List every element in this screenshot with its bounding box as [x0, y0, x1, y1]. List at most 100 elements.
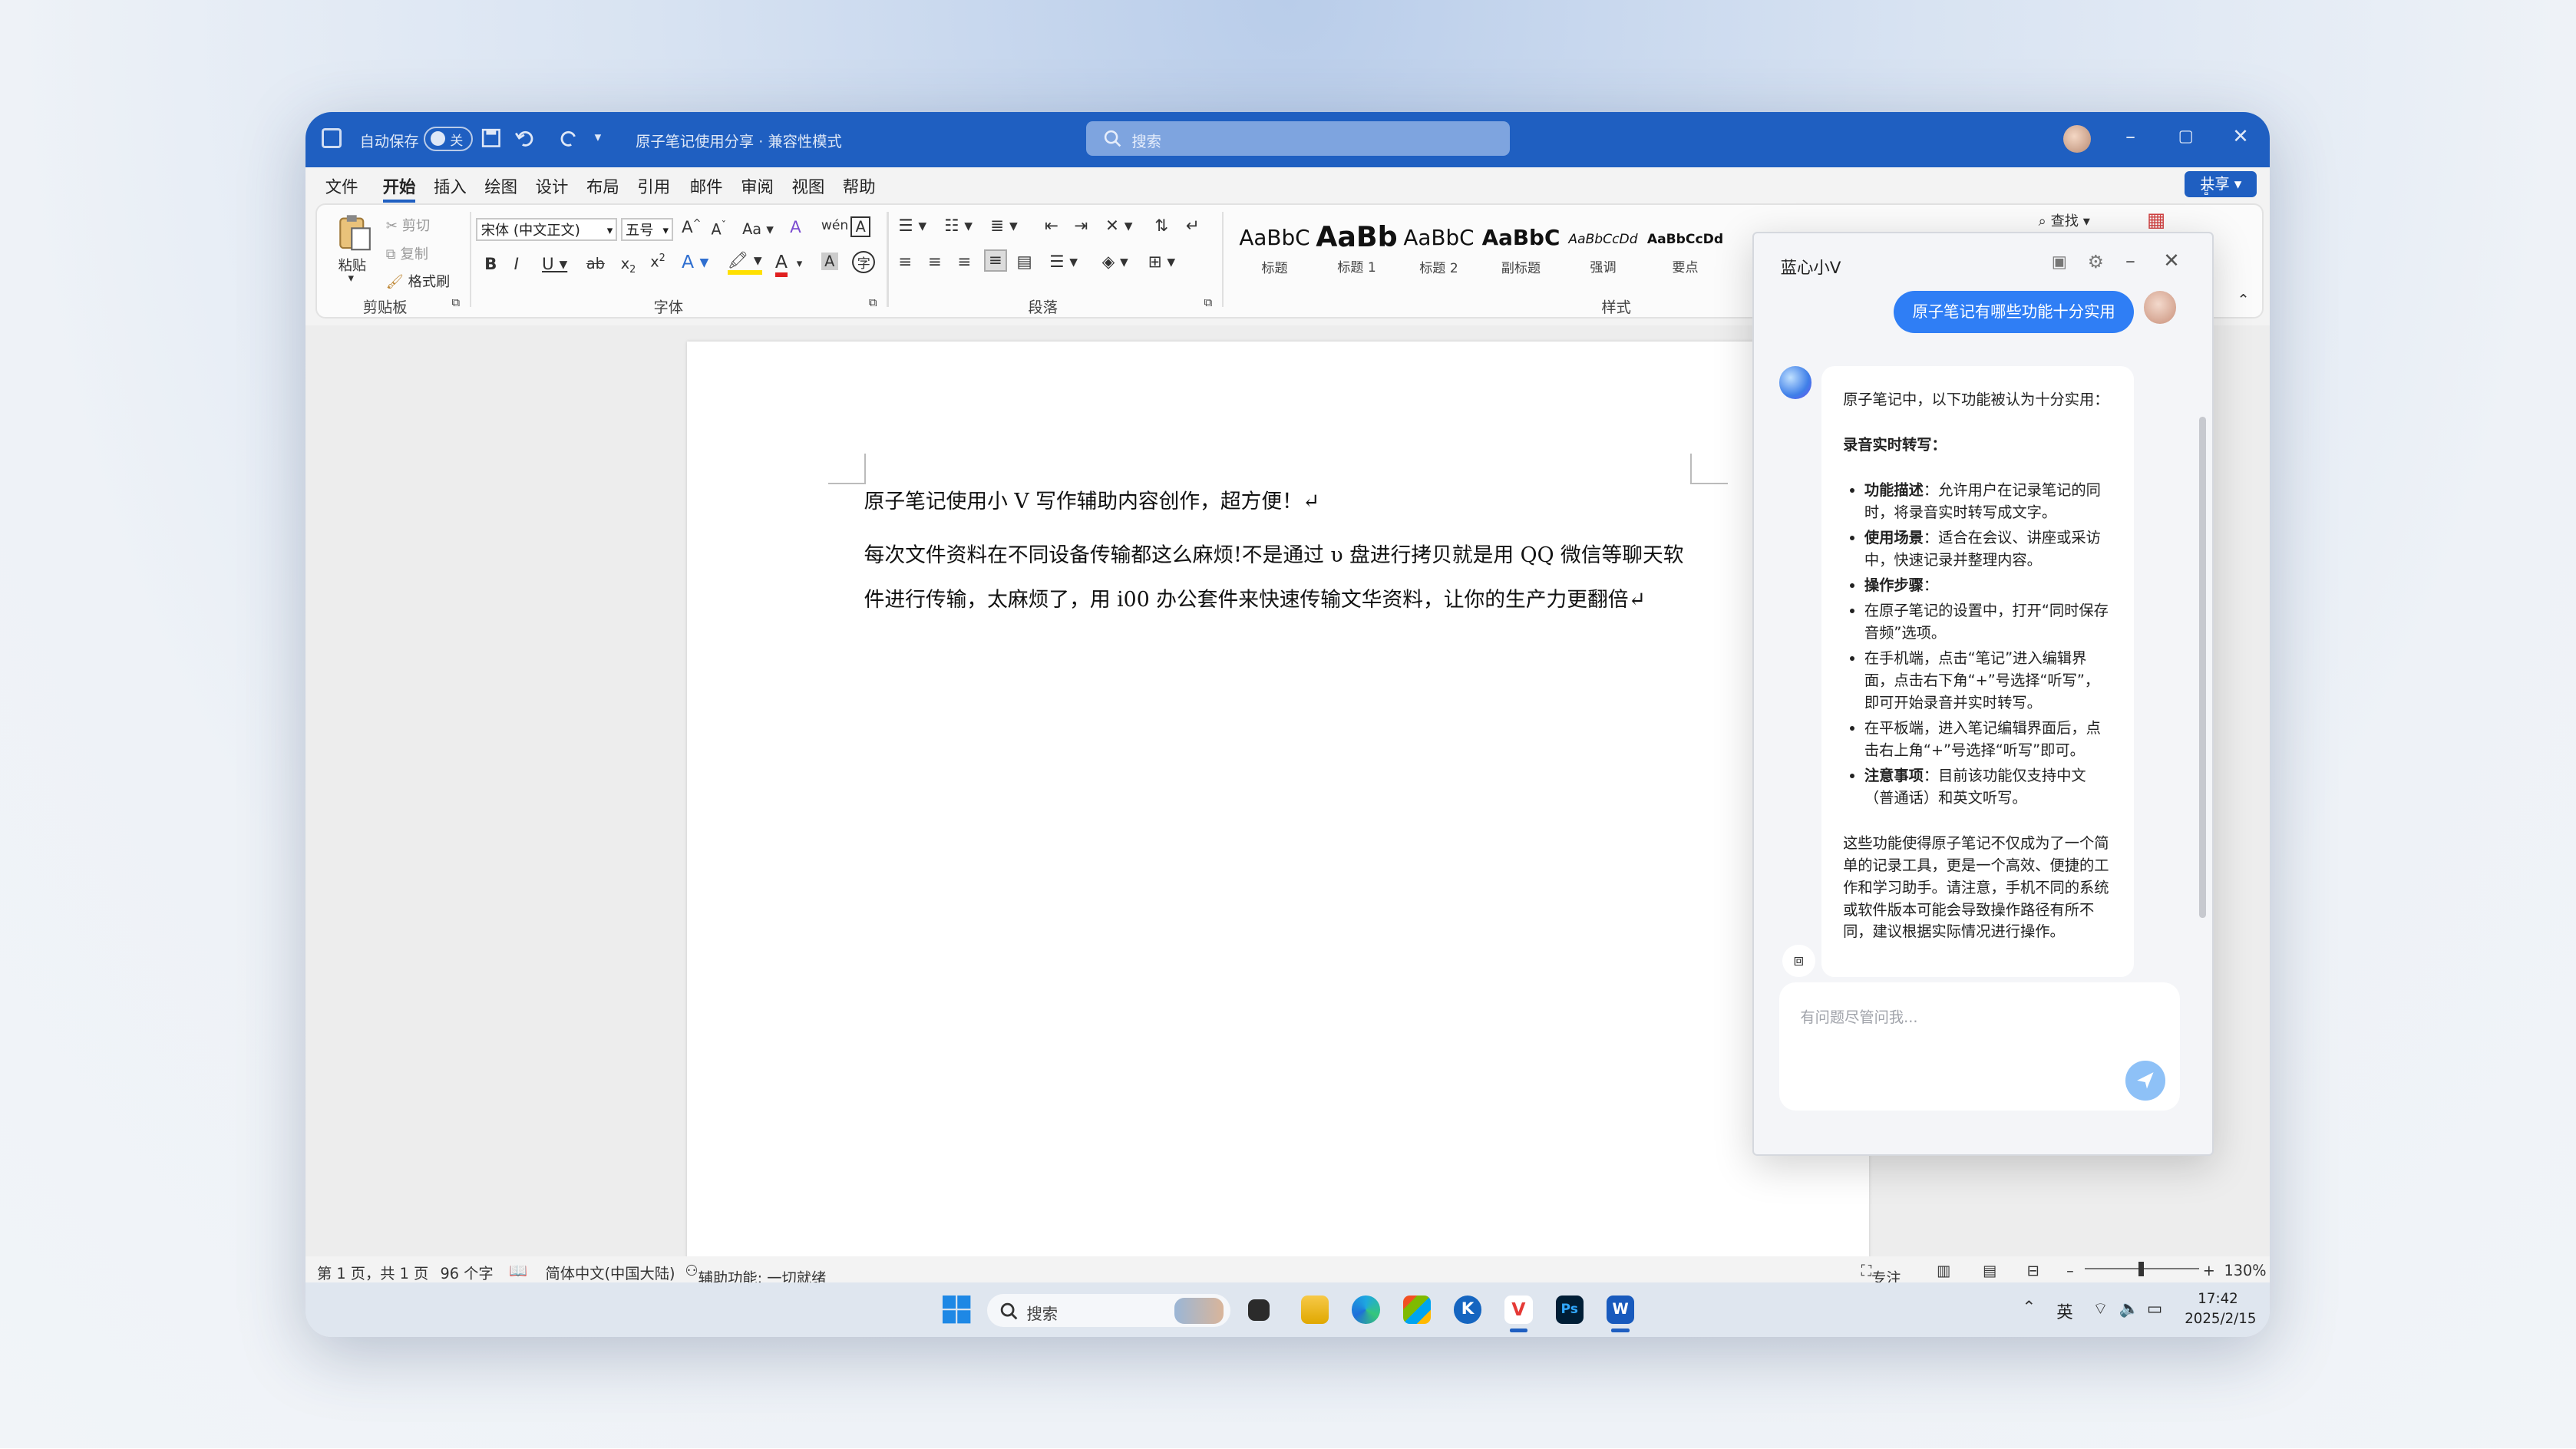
style-subtitle[interactable]: AaBbC 副标题	[1480, 218, 1562, 284]
cut-button[interactable]: ✂ 剪切	[386, 215, 430, 235]
share-button[interactable]: ⇪ 共享 ▾	[2185, 170, 2257, 199]
customize-qat-icon[interactable]: ▾	[595, 130, 602, 145]
minimize-icon[interactable]: –	[2125, 249, 2135, 272]
clock-time[interactable]: 17:42	[2198, 1291, 2237, 1307]
align-center-icon[interactable]: ≡	[928, 253, 942, 272]
settings-gear-icon[interactable]: ⚙	[2088, 251, 2104, 272]
tab-view[interactable]: 视图	[791, 174, 824, 198]
find-button[interactable]: ⌕ 查找 ▾	[2039, 210, 2090, 230]
chinese-layout-icon[interactable]: ✕ ▾	[1105, 216, 1132, 236]
paste-dropdown-icon[interactable]: ▾	[348, 271, 355, 285]
task-view-icon[interactable]	[1248, 1299, 1270, 1321]
dock-icon[interactable]: ▣	[2052, 253, 2067, 272]
font-color-icon[interactable]: A	[774, 251, 788, 278]
numbering-icon[interactable]: ☷ ▾	[944, 216, 973, 236]
send-button[interactable]	[2125, 1061, 2165, 1101]
k-app-icon[interactable]: K	[1453, 1296, 1482, 1324]
format-painter-button[interactable]: 🖌 格式刷	[386, 271, 450, 291]
battery-icon[interactable]: ▭	[2147, 1299, 2162, 1319]
proofing-icon[interactable]: 📖	[509, 1262, 527, 1279]
highlight-icon[interactable]: 🖍 ▾	[727, 251, 762, 276]
collapse-ribbon-icon[interactable]: ⌃	[2237, 291, 2250, 309]
page-count[interactable]: 第 1 页，共 1 页	[317, 1262, 428, 1283]
scrollbar[interactable]	[2199, 417, 2206, 919]
tab-review[interactable]: 审阅	[741, 174, 774, 198]
tab-insert[interactable]: 插入	[434, 174, 467, 198]
style-heading-2[interactable]: AaBbC 标题 2	[1398, 218, 1480, 284]
edge-icon[interactable]	[1352, 1296, 1380, 1324]
vivo-office-icon[interactable]: V	[1504, 1296, 1533, 1324]
tab-design[interactable]: 设计	[536, 174, 569, 198]
tab-home[interactable]: 开始	[382, 174, 416, 203]
web-layout-icon[interactable]: ⊟	[2027, 1262, 2039, 1279]
align-right-icon[interactable]: ≡	[957, 253, 971, 272]
word-count[interactable]: 96 个字	[441, 1262, 494, 1283]
document-title[interactable]: 原子笔记使用分享 · 兼容性模式	[636, 130, 842, 151]
sort-icon[interactable]: ⇅	[1154, 216, 1168, 236]
bullets-icon[interactable]: ☰ ▾	[898, 216, 926, 236]
user-message-bubble[interactable]: 原子笔记有哪些功能十分实用	[1894, 290, 2134, 334]
grow-font-icon[interactable]: A^	[682, 218, 701, 237]
shading-icon[interactable]: ◈ ▾	[1102, 253, 1128, 272]
windows-start-icon[interactable]	[943, 1296, 971, 1324]
taskbar-search[interactable]: 搜索	[987, 1294, 1230, 1328]
toolbox-icon[interactable]: ⧈	[1782, 944, 1815, 978]
subscript-icon[interactable]: x2	[621, 255, 636, 276]
language[interactable]: 简体中文(中国大陆)	[545, 1262, 675, 1283]
tab-layout[interactable]: 布局	[586, 174, 619, 198]
accessibility-status[interactable]: ⚇ 辅助功能: 一切就绪	[685, 1262, 826, 1287]
zoom-level[interactable]: 130%	[2224, 1262, 2267, 1279]
char-shading-icon[interactable]: A	[821, 253, 838, 271]
focus-mode[interactable]: ⛶ 专注	[1861, 1262, 1901, 1287]
font-name-select[interactable]: 宋体 (中文正文) ▾	[476, 218, 618, 242]
borders-icon[interactable]: ⊞ ▾	[1148, 253, 1175, 272]
enclose-char-icon[interactable]: 字	[852, 251, 876, 274]
bold-icon[interactable]: B	[484, 255, 497, 274]
justify-icon[interactable]: ≡	[983, 249, 1008, 272]
show-marks-icon[interactable]: ↵	[1186, 216, 1200, 236]
clipboard-launcher-icon[interactable]: ⧉	[451, 295, 460, 309]
tab-help[interactable]: 帮助	[843, 174, 876, 198]
ime-indicator[interactable]: 英	[2056, 1299, 2072, 1323]
clear-format-icon[interactable]: A	[790, 218, 801, 237]
zoom-slider-thumb[interactable]	[2138, 1261, 2144, 1276]
document-line-1[interactable]: 原子笔记使用小 V 写作辅助内容创作，超方便！↵	[864, 480, 1702, 524]
tray-chevron-up-icon[interactable]: ⌃	[2022, 1298, 2036, 1317]
word-icon[interactable]: W	[1606, 1296, 1635, 1324]
tab-references[interactable]: 引用	[637, 174, 670, 198]
zoom-out-icon[interactable]: –	[2066, 1262, 2074, 1279]
char-border-icon[interactable]: A	[850, 216, 871, 238]
close-icon[interactable]: ✕	[2232, 125, 2249, 148]
style-title[interactable]: AaBbC 标题	[1234, 218, 1316, 284]
file-explorer-icon[interactable]	[1300, 1296, 1329, 1324]
tab-file[interactable]: 文件	[325, 174, 358, 198]
document-paragraph-2[interactable]: 每次文件资料在不同设备传输都这么麻烦!不是通过 υ 盘进行拷贝就是用 QQ 微信…	[864, 533, 1702, 622]
addin-icon[interactable]: ▦	[2147, 209, 2165, 232]
paragraph-launcher-icon[interactable]: ⧉	[1204, 295, 1212, 309]
user-avatar[interactable]	[2062, 124, 2092, 153]
chat-input[interactable]: 有问题尽管问我...	[1778, 982, 2180, 1111]
chevron-down-icon[interactable]: ▾	[797, 256, 803, 270]
minimize-icon[interactable]: –	[2125, 125, 2135, 148]
underline-icon[interactable]: U ▾	[542, 255, 567, 274]
strikethrough-icon[interactable]: ab	[586, 255, 605, 272]
line-spacing-icon[interactable]: ☰ ▾	[1049, 253, 1078, 272]
assistant-reply[interactable]: 原子笔记中，以下功能被认为十分实用： 录音实时转写： 功能描述：允许用户在记录笔…	[1821, 366, 2134, 978]
shrink-font-icon[interactable]: Aˇ	[711, 220, 726, 238]
print-layout-icon[interactable]: ▤	[1983, 1262, 1996, 1279]
superscript-icon[interactable]: x2	[650, 253, 665, 270]
autosave-toggle[interactable]: 关	[424, 126, 474, 151]
document-page[interactable]: 原子笔记使用小 V 写作辅助内容创作，超方便！↵ 每次文件资料在不同设备传输都这…	[686, 342, 1870, 1262]
phonetic-guide-icon[interactable]: wén	[821, 218, 848, 233]
distributed-icon[interactable]: ▤	[1016, 253, 1032, 272]
style-emphasis[interactable]: AaBbCcDd 强调	[1562, 218, 1644, 284]
clock-date[interactable]: 2025/2/15	[2185, 1311, 2256, 1327]
wifi-icon[interactable]: ⌔	[2092, 1299, 2108, 1319]
save-icon[interactable]	[481, 128, 501, 148]
zoom-slider[interactable]	[2084, 1261, 2200, 1276]
align-left-icon[interactable]: ≡	[898, 253, 912, 272]
store-icon[interactable]	[1402, 1296, 1431, 1324]
tab-draw[interactable]: 绘图	[484, 174, 517, 198]
multilevel-list-icon[interactable]: ≣ ▾	[990, 216, 1017, 236]
tab-mailings[interactable]: 邮件	[690, 174, 723, 198]
